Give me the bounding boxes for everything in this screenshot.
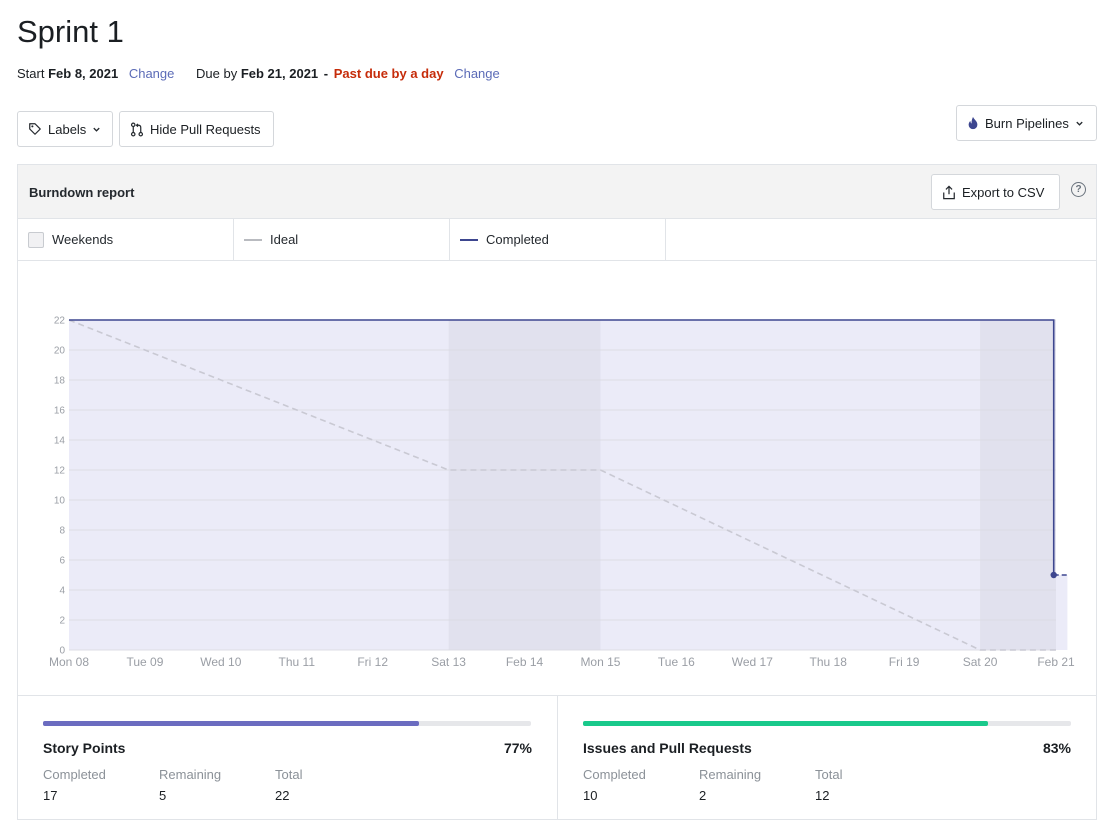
total-value: 22 xyxy=(275,788,290,803)
legend-weekends-label: Weekends xyxy=(52,232,114,247)
x-tick-label: Fri 12 xyxy=(357,655,388,669)
y-tick-label: 4 xyxy=(59,586,65,597)
due-separator: - xyxy=(323,66,329,81)
issues-progress-fill xyxy=(583,721,989,726)
completed-current-point xyxy=(1050,571,1057,579)
tag-icon xyxy=(29,123,41,135)
start-label: Start xyxy=(17,66,45,81)
completed-label: Completed xyxy=(583,767,646,782)
issues-progress-track xyxy=(583,721,1071,726)
completed-value: 17 xyxy=(43,788,58,803)
y-tick-label: 20 xyxy=(54,346,66,357)
completed-value: 10 xyxy=(583,788,598,803)
due-label: Due by xyxy=(196,66,238,81)
y-tick-label: 8 xyxy=(59,526,65,537)
x-tick-label: Mon 15 xyxy=(580,655,620,669)
due-date: Feb 21, 2021 xyxy=(240,66,319,81)
change-start-link[interactable]: Change xyxy=(129,66,175,81)
change-due-link[interactable]: Change xyxy=(454,66,500,81)
story-points-progress-track xyxy=(43,721,531,726)
story-points-title: Story Points xyxy=(43,740,126,756)
sprint-dates: Start Feb 8, 2021 Change Due by Feb 21, … xyxy=(17,66,500,81)
total-label: Total xyxy=(815,767,843,782)
report-header: Burndown report Export to CSV ? xyxy=(18,165,1096,219)
report-title: Burndown report xyxy=(29,185,135,200)
remaining-label: Remaining xyxy=(159,767,222,782)
hide-pull-requests-button[interactable]: Hide Pull Requests xyxy=(119,111,274,147)
pull-request-icon xyxy=(130,122,144,136)
legend-ideal[interactable]: Ideal xyxy=(234,219,450,260)
labels-button[interactable]: Labels xyxy=(17,111,113,147)
x-tick-label: Feb 14 xyxy=(506,655,544,669)
export-csv-button[interactable]: Export to CSV xyxy=(931,174,1060,210)
x-tick-label: Wed 10 xyxy=(200,655,241,669)
chart-legend: Weekends Ideal Completed xyxy=(18,219,1096,261)
y-tick-label: 22 xyxy=(54,316,66,327)
issues-prs-stat: Issues and Pull Requests 83% Completed 10… xyxy=(557,696,1096,819)
y-tick-label: 12 xyxy=(54,466,66,477)
export-csv-label: Export to CSV xyxy=(962,184,1045,200)
x-tick-label: Fri 19 xyxy=(889,655,920,669)
legend-weekends[interactable]: Weekends xyxy=(18,219,234,260)
weekend-band-0 xyxy=(448,320,601,650)
ideal-line-swatch xyxy=(244,238,262,241)
burndown-report-panel: Burndown report Export to CSV ? Weekends… xyxy=(17,164,1097,820)
story-points-progress-fill xyxy=(43,721,419,726)
export-icon xyxy=(943,185,955,199)
hide-pull-requests-label: Hide Pull Requests xyxy=(150,121,261,137)
story-points-stat: Story Points 77% Completed 17 Remaining 5 … xyxy=(18,696,557,819)
summary-stats: Story Points 77% Completed 17 Remaining 5 … xyxy=(18,695,1096,819)
remaining-value: 2 xyxy=(699,788,707,803)
x-tick-label: Thu 11 xyxy=(279,655,316,669)
chevron-down-icon xyxy=(1076,121,1083,126)
chevron-down-icon xyxy=(93,127,100,132)
legend-ideal-label: Ideal xyxy=(270,232,299,247)
help-icon[interactable]: ? xyxy=(1071,182,1086,197)
weekends-checkbox[interactable] xyxy=(28,231,44,248)
page-title: Sprint 1 xyxy=(17,14,124,49)
x-tick-label: Wed 17 xyxy=(732,655,773,669)
story-points-percent: 77% xyxy=(503,740,532,756)
labels-button-label: Labels xyxy=(48,121,87,137)
start-date: Feb 8, 2021 xyxy=(48,66,119,81)
x-tick-label: Tue 16 xyxy=(658,655,695,669)
issues-percent: 83% xyxy=(1042,740,1071,756)
x-tick-label: Mon 08 xyxy=(49,655,89,669)
burn-pipelines-button[interactable]: Burn Pipelines xyxy=(956,105,1097,141)
remaining-label: Remaining xyxy=(699,767,762,782)
completed-line-swatch xyxy=(460,238,478,241)
total-label: Total xyxy=(275,767,303,782)
y-tick-label: 6 xyxy=(59,556,65,567)
remaining-value: 5 xyxy=(159,788,167,803)
x-tick-label: Sat 13 xyxy=(431,655,466,669)
legend-completed-label: Completed xyxy=(486,232,549,247)
past-due-text: Past due by a day xyxy=(333,66,444,81)
burndown-chart-svg: 0246810121416182022Mon 08 Tue 09 Wed 10 Thu… xyxy=(49,316,1075,670)
y-tick-label: 14 xyxy=(54,436,66,447)
x-tick-label: Thu 18 xyxy=(810,655,848,669)
total-value: 12 xyxy=(815,788,830,803)
burn-pipelines-label: Burn Pipelines xyxy=(985,115,1069,131)
x-tick-label: Sat 20 xyxy=(963,655,998,669)
flame-icon xyxy=(968,116,978,130)
y-tick-label: 18 xyxy=(54,376,66,387)
completed-label: Completed xyxy=(43,767,106,782)
x-tick-label: Tue 09 xyxy=(126,655,163,669)
y-tick-label: 16 xyxy=(54,406,66,417)
weekend-band-1 xyxy=(980,320,1056,650)
legend-completed[interactable]: Completed xyxy=(450,219,666,260)
x-tick-label: Feb 21 xyxy=(1037,655,1075,669)
y-tick-label: 10 xyxy=(54,496,66,507)
y-tick-label: 2 xyxy=(59,616,65,627)
issues-title: Issues and Pull Requests xyxy=(583,740,752,756)
burndown-chart: 0 2 4 6 8 10 12 14 16 18 20 22 Mon 08 Tue 09 Wed 10 Thu… xyxy=(18,261,1096,695)
